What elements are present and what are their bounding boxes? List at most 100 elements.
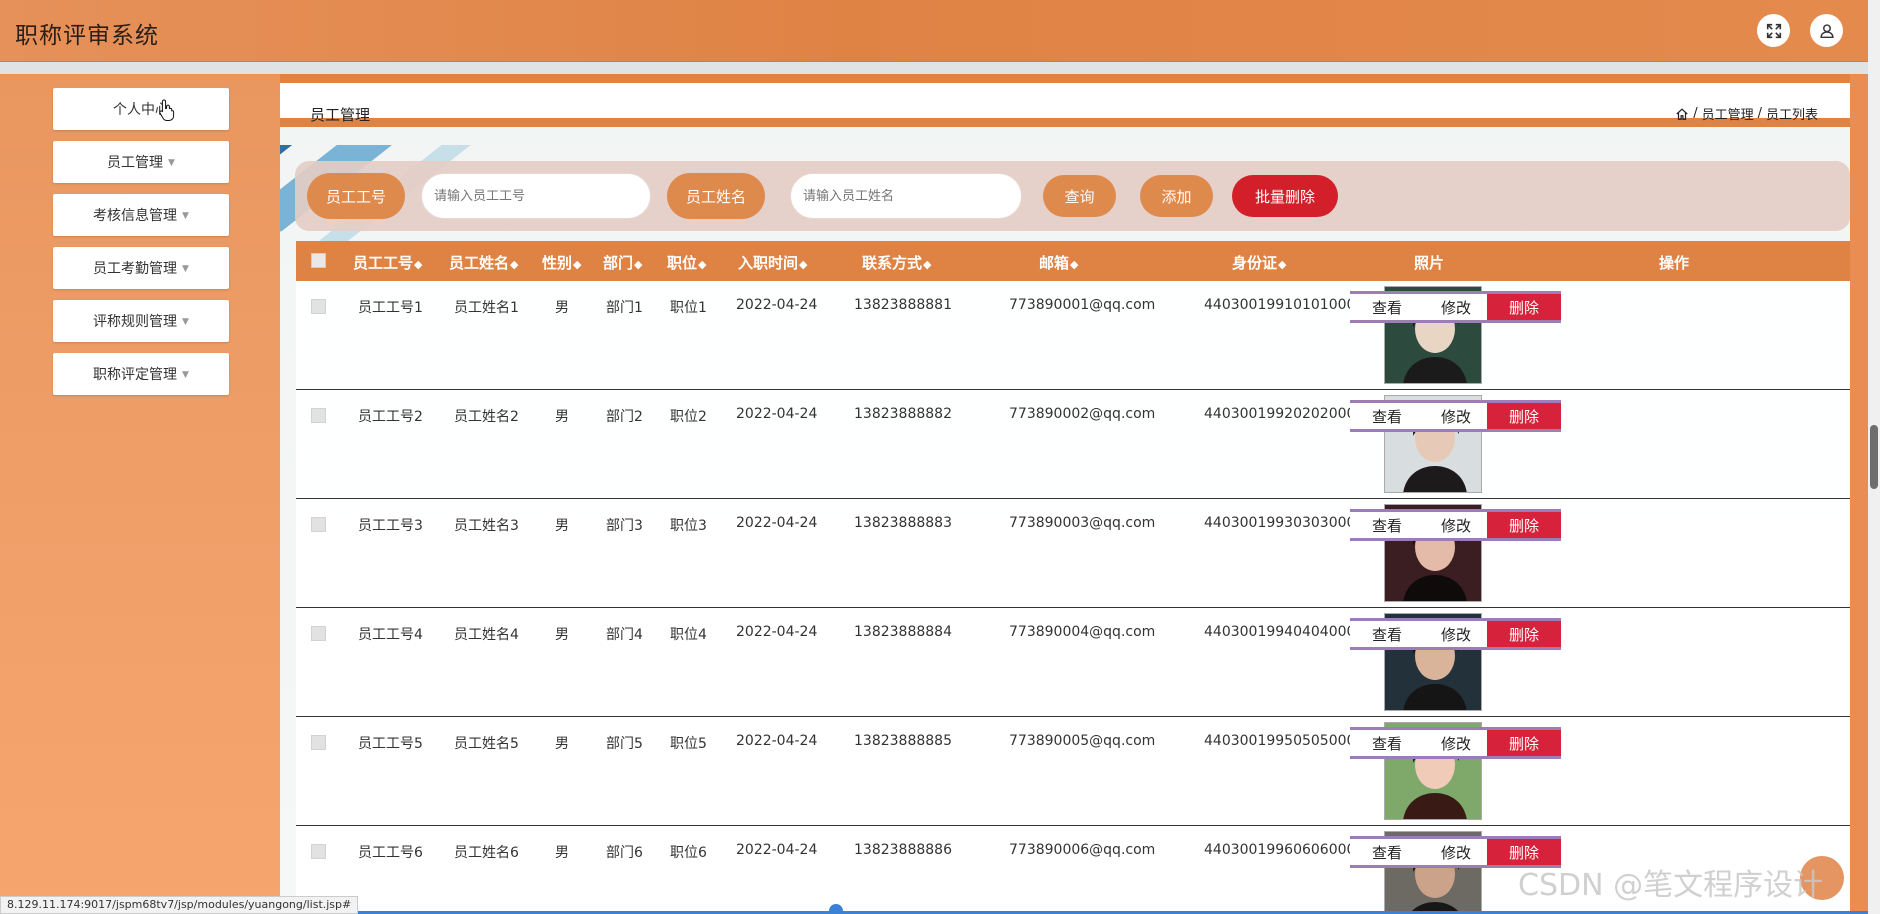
- sidebar-item-label: 员工考勤管理: [93, 261, 178, 277]
- cell-id-card: 440300199101010001: [1204, 297, 1365, 313]
- query-button[interactable]: 查询: [1043, 175, 1116, 217]
- cell-id-card: 440300199606060006: [1204, 842, 1365, 858]
- vertical-scrollbar[interactable]: [1868, 0, 1880, 914]
- row-checkbox[interactable]: [311, 626, 326, 641]
- cell-email: 773890006@qq.com: [1009, 842, 1156, 858]
- user-icon[interactable]: [1810, 14, 1843, 47]
- view-button[interactable]: 查看: [1350, 291, 1424, 323]
- cell-hire-date: 2022-04-24: [736, 515, 818, 531]
- row-checkbox[interactable]: [311, 408, 326, 423]
- column-header[interactable]: 部门◆: [603, 252, 642, 273]
- sort-icon[interactable]: ◆: [799, 258, 807, 271]
- cell-position: 职位5: [670, 736, 707, 752]
- column-header[interactable]: 身份证◆: [1232, 252, 1286, 273]
- column-header[interactable]: 性别◆: [542, 252, 581, 273]
- sort-icon[interactable]: ◆: [1070, 258, 1078, 271]
- sidebar-item-label: 评称规则管理: [93, 314, 178, 330]
- cell-position: 职位6: [670, 845, 707, 861]
- view-button[interactable]: 查看: [1350, 618, 1424, 650]
- column-header[interactable]: 员工工号◆: [353, 252, 422, 273]
- sort-icon[interactable]: ◆: [1278, 258, 1286, 271]
- cell-phone: 13823888881: [854, 297, 952, 313]
- chevron-down-icon: ▼: [182, 316, 189, 327]
- sidebar-item-label: 职称评定管理: [93, 367, 178, 383]
- sidebar-item-rules-management[interactable]: 评称规则管理 ▼: [53, 300, 229, 342]
- cell-employee-name: 员工姓名3: [454, 518, 519, 534]
- view-button[interactable]: 查看: [1350, 836, 1424, 868]
- column-header[interactable]: 入职时间◆: [738, 252, 807, 273]
- sort-icon[interactable]: ◆: [414, 258, 422, 271]
- cell-id-card: 440300199404040004: [1204, 624, 1365, 640]
- batch-delete-button[interactable]: 批量删除: [1232, 175, 1338, 217]
- delete-button[interactable]: 删除: [1487, 400, 1561, 432]
- progress-handle[interactable]: [829, 904, 843, 914]
- cell-employee-no: 员工工号1: [358, 300, 423, 316]
- sidebar-item-title-evaluation[interactable]: 职称评定管理 ▼: [53, 353, 229, 395]
- header-divider: [0, 62, 1868, 74]
- cell-gender: 男: [555, 845, 569, 861]
- employee-name-input[interactable]: [790, 173, 1022, 219]
- cell-email: 773890003@qq.com: [1009, 515, 1156, 531]
- breadcrumb-separator: /: [1757, 106, 1762, 121]
- cell-gender: 男: [555, 736, 569, 752]
- column-header[interactable]: 员工姓名◆: [449, 252, 518, 273]
- edit-button[interactable]: 修改: [1419, 291, 1493, 323]
- sidebar-item-personal-center[interactable]: 个人中心: [53, 88, 229, 130]
- app-title: 职称评审系统: [15, 23, 159, 49]
- delete-button[interactable]: 删除: [1487, 727, 1561, 759]
- row-checkbox[interactable]: [311, 844, 326, 859]
- edit-button[interactable]: 修改: [1419, 400, 1493, 432]
- sort-icon[interactable]: ◆: [923, 258, 931, 271]
- page-title: 员工管理: [310, 106, 371, 124]
- cell-email: 773890004@qq.com: [1009, 624, 1156, 640]
- cell-gender: 男: [555, 300, 569, 316]
- add-button[interactable]: 添加: [1140, 175, 1213, 217]
- employee-no-input[interactable]: [421, 173, 651, 219]
- sidebar-item-assessment-management[interactable]: 考核信息管理 ▼: [53, 194, 229, 236]
- delete-button[interactable]: 删除: [1487, 291, 1561, 323]
- cell-gender: 男: [555, 409, 569, 425]
- home-icon[interactable]: [1675, 107, 1689, 121]
- cell-employee-no: 员工工号6: [358, 845, 423, 861]
- delete-button[interactable]: 删除: [1487, 618, 1561, 650]
- main-top-accent: [280, 74, 1850, 83]
- cell-position: 职位4: [670, 627, 707, 643]
- sort-icon[interactable]: ◆: [634, 258, 642, 271]
- table-row: 员工工号3 员工姓名3 男 部门3 职位3 2022-04-24 13823888883 77…: [296, 499, 1850, 608]
- view-button[interactable]: 查看: [1350, 509, 1424, 541]
- edit-button[interactable]: 修改: [1419, 618, 1493, 650]
- view-button[interactable]: 查看: [1350, 400, 1424, 432]
- sort-icon[interactable]: ◆: [573, 258, 581, 271]
- table-row: 员工工号1 员工姓名1 男 部门1 职位1 2022-04-24 13823888881 77…: [296, 281, 1850, 390]
- edit-button[interactable]: 修改: [1419, 509, 1493, 541]
- edit-button[interactable]: 修改: [1419, 727, 1493, 759]
- cell-email: 773890001@qq.com: [1009, 297, 1156, 313]
- row-checkbox[interactable]: [311, 299, 326, 314]
- select-all-checkbox[interactable]: [311, 253, 326, 268]
- row-checkbox[interactable]: [311, 517, 326, 532]
- sidebar-item-employee-management[interactable]: 员工管理 ▼: [53, 141, 229, 183]
- chevron-down-icon: ▼: [168, 157, 175, 168]
- view-button[interactable]: 查看: [1350, 727, 1424, 759]
- cell-department: 部门1: [606, 300, 643, 316]
- column-header[interactable]: 职位◆: [667, 252, 706, 273]
- delete-button[interactable]: 删除: [1487, 509, 1561, 541]
- edit-button[interactable]: 修改: [1419, 836, 1493, 868]
- scrollbar-thumb[interactable]: [1870, 425, 1878, 489]
- column-header[interactable]: 邮箱◆: [1039, 252, 1078, 273]
- cell-phone: 13823888886: [854, 842, 952, 858]
- sort-icon[interactable]: ◆: [510, 258, 518, 271]
- row-checkbox[interactable]: [311, 735, 326, 750]
- table-row: 员工工号2 员工姓名2 男 部门2 职位2 2022-04-24 13823888882 77…: [296, 390, 1850, 499]
- breadcrumb-separator: /: [1693, 106, 1698, 121]
- column-header[interactable]: 联系方式◆: [862, 252, 931, 273]
- breadcrumb-bar: 员工管理 / 员工管理 / 员工列表: [280, 83, 1850, 127]
- employee-table: 员工工号◆ 员工姓名◆ 性别◆ 部门◆ 职位◆ 入职时间◆ 联系方式◆ 邮箱◆ …: [296, 241, 1850, 914]
- sidebar-item-attendance-management[interactable]: 员工考勤管理 ▼: [53, 247, 229, 289]
- cell-employee-no: 员工工号3: [358, 518, 423, 534]
- sort-icon[interactable]: ◆: [698, 258, 706, 271]
- cell-gender: 男: [555, 518, 569, 534]
- expand-icon[interactable]: [1757, 14, 1790, 47]
- breadcrumb-level1[interactable]: 员工管理: [1702, 104, 1754, 123]
- sidebar-item-label: 员工管理: [107, 155, 164, 171]
